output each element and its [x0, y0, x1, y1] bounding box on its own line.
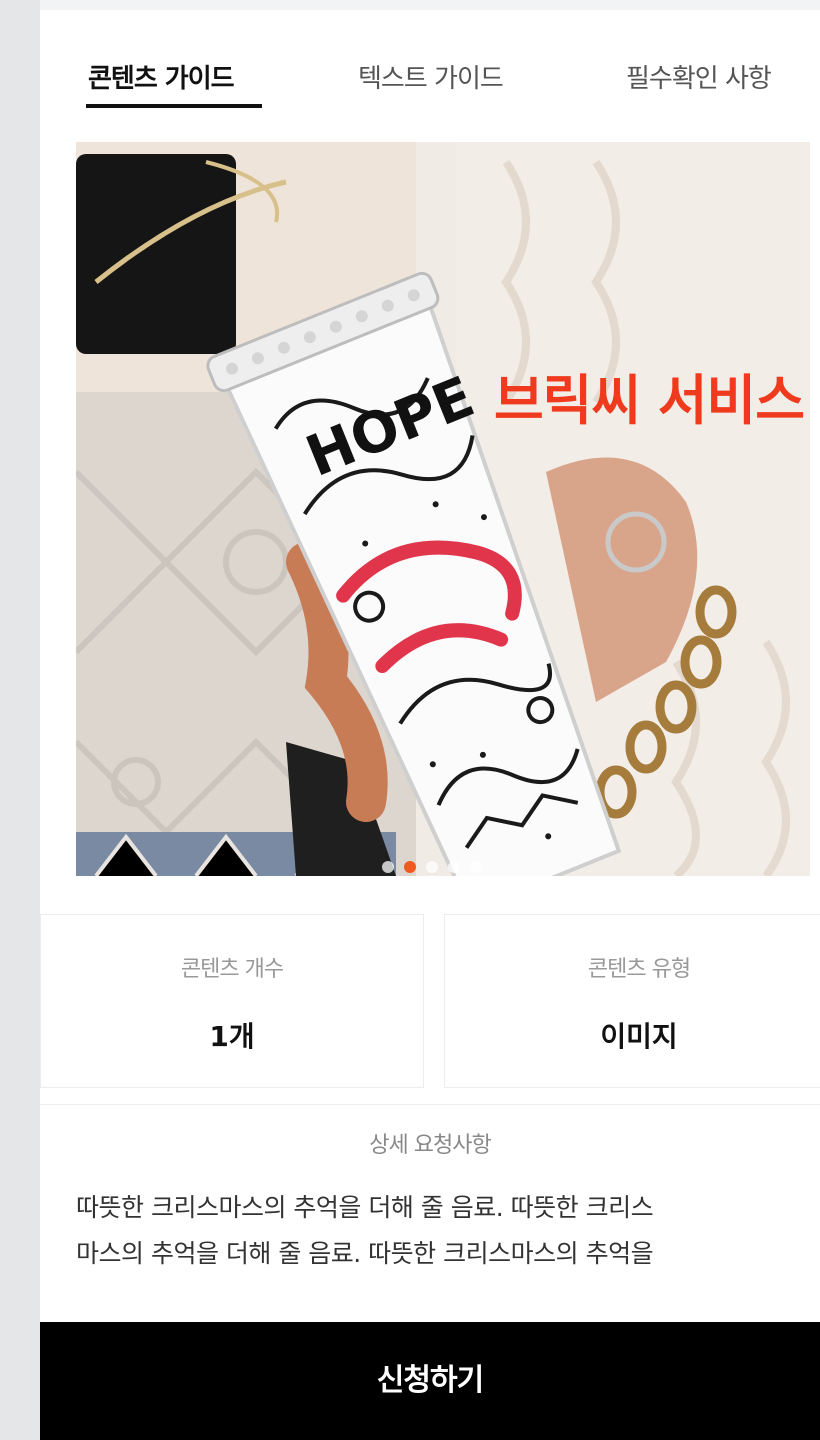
content-type-value: 이미지 — [600, 1020, 678, 1053]
detail-request-section: 상세 요청사항 따뜻한 크리스마스의 추억을 더해 줄 음료. 따뜻한 크리스 … — [40, 1104, 820, 1300]
carousel-dot[interactable] — [448, 861, 460, 873]
active-tab-indicator — [86, 104, 262, 108]
hero-overlay-text: 브릭씨 서비스 — [494, 369, 805, 432]
carousel-dot[interactable] — [382, 861, 394, 873]
content-count-value: 1개 — [209, 1020, 255, 1053]
guide-tabs: 콘텐츠 가이드 텍스트 가이드 필수확인 사항 — [40, 40, 820, 112]
apply-button[interactable]: 신청하기 — [40, 1322, 820, 1440]
detail-line: 마스의 추억을 더해 줄 음료. 따뜻한 크리스마스의 추억을 — [76, 1239, 654, 1268]
detail-request-body: 따뜻한 크리스마스의 추억을 더해 줄 음료. 따뜻한 크리스 마스의 추억을 … — [76, 1185, 816, 1277]
top-bar — [40, 0, 820, 10]
detail-request-title: 상세 요청사항 — [369, 1133, 491, 1158]
detail-line: 따뜻한 크리스마스의 추억을 더해 줄 음료. 따뜻한 크리스 — [76, 1193, 654, 1222]
carousel-dot[interactable] — [426, 861, 438, 873]
content-count-label: 콘텐츠 개수 — [180, 957, 284, 982]
app-screen: 콘텐츠 가이드 텍스트 가이드 필수확인 사항 HOPE 브릭씨 서비스 콘텐츠… — [40, 0, 820, 1440]
content-info-row: 콘텐츠 개수 1개 콘텐츠 유형 이미지 — [40, 914, 820, 1088]
hero-image-carousel[interactable]: HOPE 브릭씨 서비스 — [76, 142, 810, 876]
tab-text-guide[interactable]: 텍스트 가이드 — [358, 58, 504, 95]
tab-required-check[interactable]: 필수확인 사항 — [626, 58, 772, 95]
hero-photo: HOPE — [76, 142, 810, 876]
content-type-label: 콘텐츠 유형 — [587, 957, 691, 982]
content-type-card: 콘텐츠 유형 이미지 — [444, 914, 820, 1088]
carousel-dots — [382, 860, 482, 874]
carousel-dot[interactable] — [470, 861, 482, 873]
carousel-dot-active[interactable] — [404, 861, 416, 873]
tab-content-guide[interactable]: 콘텐츠 가이드 — [88, 58, 235, 95]
content-count-card: 콘텐츠 개수 1개 — [40, 914, 424, 1088]
